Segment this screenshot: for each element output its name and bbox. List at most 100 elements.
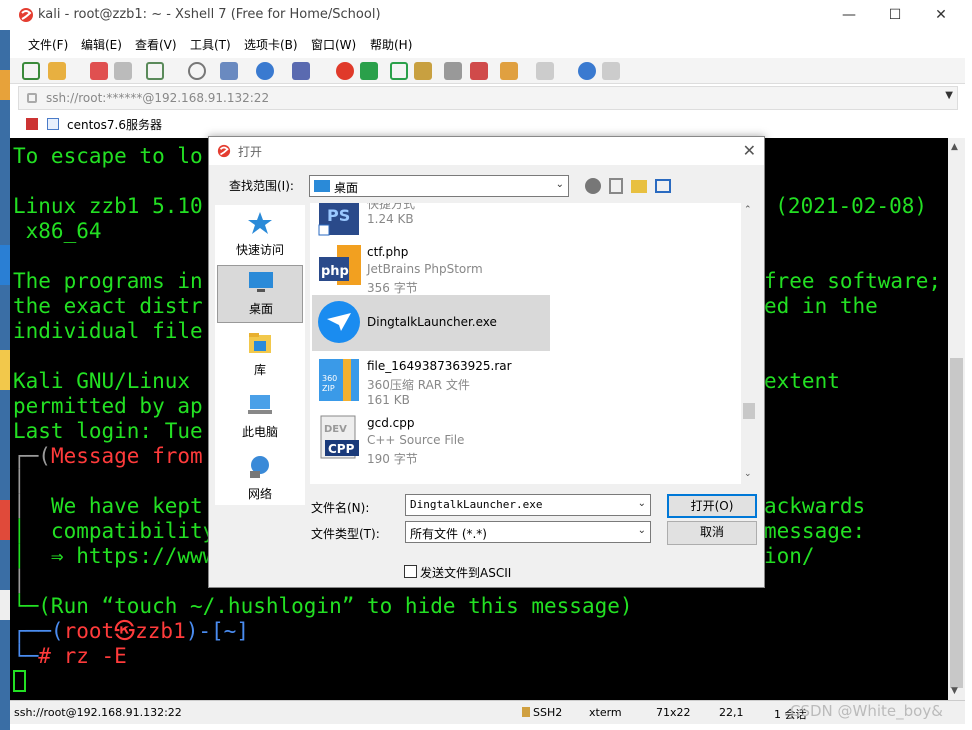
look-in-value: 桌面 bbox=[334, 181, 359, 195]
lock-icon bbox=[522, 707, 530, 717]
file-item-selected[interactable]: DingtalkLauncher.exe bbox=[312, 295, 550, 351]
scroll-thumb[interactable] bbox=[743, 403, 755, 419]
menu-help[interactable]: 帮助(H) bbox=[370, 36, 412, 53]
places-bar: 快速访问 桌面 库 此电脑 网络 bbox=[215, 205, 305, 505]
term-line: free software; bbox=[764, 269, 942, 293]
scroll-down-icon[interactable]: ▼ bbox=[951, 686, 958, 696]
layout-icon[interactable] bbox=[220, 62, 238, 80]
file-item[interactable]: php ctf.php JetBrains PhpStorm 356 字节 bbox=[312, 239, 550, 295]
view-menu-icon[interactable] bbox=[655, 179, 671, 193]
xftp-icon[interactable] bbox=[360, 62, 378, 80]
maximize-button[interactable]: ☐ bbox=[872, 0, 918, 30]
menu-tabs[interactable]: 选项卡(B) bbox=[244, 36, 298, 53]
scroll-up-icon[interactable]: ⌃ bbox=[744, 205, 752, 215]
term-line: ackwards bbox=[764, 494, 866, 518]
padlock-icon bbox=[27, 93, 37, 103]
term-line: │ We have kept bbox=[13, 494, 216, 518]
dialog-close-button[interactable]: ✕ bbox=[743, 141, 756, 160]
term-line: ┌─(Message from bbox=[13, 444, 203, 468]
up-folder-icon[interactable] bbox=[609, 178, 623, 194]
menu-file[interactable]: 文件(F) bbox=[28, 36, 68, 53]
place-desktop[interactable]: 桌面 bbox=[217, 265, 303, 323]
command-line: └─# rz -E bbox=[13, 644, 127, 668]
scroll-down-icon[interactable]: ⌄ bbox=[744, 469, 752, 479]
panel-icon[interactable] bbox=[536, 62, 554, 80]
open-button[interactable]: 打开(O) bbox=[667, 494, 757, 518]
rar-archive-icon: 360ZIP bbox=[319, 359, 359, 401]
filetype-select[interactable]: 所有文件 (*.*) ⌄ bbox=[405, 521, 651, 543]
chat-icon[interactable] bbox=[602, 62, 620, 80]
term-line: x86_64 bbox=[13, 219, 102, 243]
menu-window[interactable]: 窗口(W) bbox=[311, 36, 356, 53]
term-line: Last login: Tue bbox=[13, 419, 203, 443]
chevron-down-icon: ⌄ bbox=[637, 525, 646, 536]
open-file-dialog: 打开 ✕ 查找范围(I): 桌面 ⌄ 快速访问 桌面 库 此电脑 网络 PS 快… bbox=[208, 136, 765, 588]
search-icon[interactable] bbox=[188, 62, 206, 80]
file-item[interactable]: 360 ZIP file_1649387363925.rar 360压缩 RAR … bbox=[312, 353, 550, 409]
session-tab-label[interactable]: centos7.6服务器 bbox=[67, 116, 162, 133]
help-icon[interactable] bbox=[578, 62, 596, 80]
desktop-strip bbox=[0, 30, 10, 730]
dialog-title: 打开 bbox=[238, 145, 263, 159]
close-button[interactable]: ✕ bbox=[918, 0, 964, 30]
disconnect-icon[interactable] bbox=[114, 62, 132, 80]
chevron-down-icon[interactable]: ▼ bbox=[945, 90, 953, 101]
place-quick-access[interactable]: 快速访问 bbox=[217, 207, 303, 265]
menu-tools[interactable]: 工具(T) bbox=[190, 36, 231, 53]
open-folder-icon[interactable] bbox=[48, 62, 66, 80]
term-line: individual file bbox=[13, 319, 203, 343]
status-protocol: SSH2 bbox=[533, 706, 563, 719]
add-icon[interactable] bbox=[500, 62, 518, 80]
place-this-pc[interactable]: 此电脑 bbox=[217, 389, 303, 447]
svg-text:DEV: DEV bbox=[324, 424, 347, 435]
cpp-file-icon: DEV CPP bbox=[320, 415, 359, 459]
fullscreen-icon[interactable] bbox=[390, 62, 408, 80]
look-in-select[interactable]: 桌面 ⌄ bbox=[309, 175, 569, 197]
back-icon[interactable] bbox=[585, 178, 601, 194]
term-line: message: bbox=[764, 519, 866, 543]
toolbar bbox=[10, 58, 965, 84]
menu-view[interactable]: 查看(V) bbox=[135, 36, 177, 53]
file-list[interactable]: PS 快捷方式 1.24 KB php ctf.php JetBrains Ph… bbox=[310, 203, 757, 484]
address-bar[interactable]: ssh://root:******@192.168.91.132:22 ▼ bbox=[18, 86, 958, 110]
file-item[interactable]: DEV CPP gcd.cpp C++ Source File 190 字节 bbox=[312, 410, 550, 466]
title-bar: kali - root@zzb1: ~ - Xshell 7 (Free for… bbox=[10, 0, 965, 30]
place-network[interactable]: 网络 bbox=[217, 451, 303, 509]
svg-text:ZIP: ZIP bbox=[322, 384, 335, 393]
filetype-label: 文件类型(T): bbox=[311, 527, 380, 541]
connect-icon[interactable] bbox=[90, 62, 108, 80]
xshell-icon[interactable] bbox=[336, 62, 354, 80]
filename-input[interactable]: DingtalkLauncher.exe ⌄ bbox=[405, 494, 651, 516]
globe-icon[interactable] bbox=[256, 62, 274, 80]
terminal-scrollbar[interactable]: ▲ ▼ bbox=[948, 138, 965, 700]
desktop-icon bbox=[314, 180, 330, 192]
font-icon[interactable] bbox=[292, 62, 310, 80]
computer-icon bbox=[248, 395, 272, 414]
term-line: ion/ bbox=[764, 544, 815, 568]
filename-label: 文件名(N): bbox=[311, 501, 370, 515]
look-in-label: 查找范围(I): bbox=[229, 179, 294, 193]
keyboard-icon[interactable] bbox=[444, 62, 462, 80]
term-line: . (2021-02-08) bbox=[750, 194, 928, 218]
ascii-checkbox[interactable] bbox=[404, 565, 417, 578]
watermark: CSDN @White_boy& bbox=[790, 702, 943, 720]
highlight-icon[interactable] bbox=[470, 62, 488, 80]
status-terminal: xterm bbox=[589, 706, 622, 719]
cancel-button[interactable]: 取消 bbox=[667, 521, 757, 545]
menu-edit[interactable]: 编辑(E) bbox=[81, 36, 122, 53]
term-line: Linux zzb1 5.10 bbox=[13, 194, 203, 218]
chevron-down-icon: ⌄ bbox=[637, 498, 646, 509]
term-line: To escape to lo bbox=[13, 144, 203, 168]
properties-icon[interactable] bbox=[146, 62, 164, 80]
file-list-scrollbar[interactable]: ⌃ ⌄ bbox=[741, 203, 757, 484]
term-line: │ bbox=[13, 569, 26, 593]
xshell-logo-icon bbox=[217, 144, 231, 158]
session-icon bbox=[47, 118, 59, 130]
place-libraries[interactable]: 库 bbox=[217, 327, 303, 385]
lock-icon[interactable] bbox=[414, 62, 432, 80]
scroll-thumb[interactable] bbox=[950, 358, 963, 688]
scroll-up-icon[interactable]: ▲ bbox=[951, 142, 958, 152]
minimize-button[interactable]: — bbox=[826, 0, 872, 30]
new-session-icon[interactable] bbox=[22, 62, 40, 80]
new-folder-icon[interactable] bbox=[631, 180, 647, 193]
